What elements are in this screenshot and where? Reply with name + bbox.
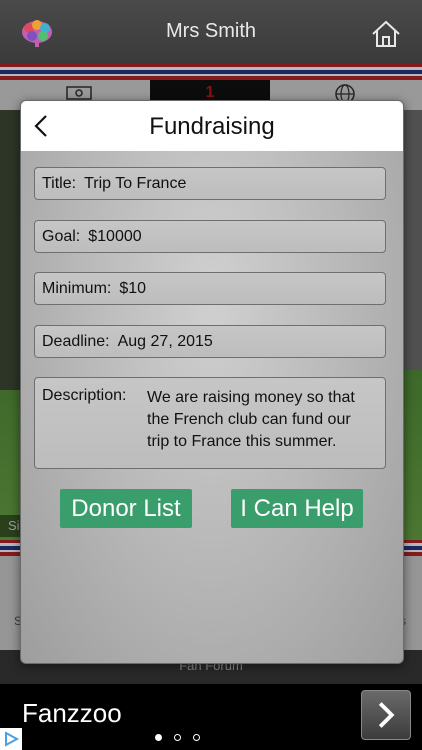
- deadline-field: Deadline: Aug 27, 2015: [34, 325, 386, 358]
- minimum-label: Minimum:: [42, 280, 112, 297]
- adchoices-icon[interactable]: [0, 728, 22, 750]
- fundraising-modal: Fundraising Title: Trip To France Goal: $1…: [20, 100, 404, 664]
- modal-title: Fundraising: [149, 113, 275, 140]
- description-field: Description: We are raising money so tha…: [34, 377, 386, 469]
- title-field: Title: Trip To France: [34, 167, 386, 200]
- ad-page-dots: [155, 734, 205, 744]
- ad-title: Fanzzoo: [22, 698, 122, 728]
- home-icon[interactable]: [371, 20, 401, 48]
- goal-field: Goal: $10000: [34, 220, 386, 253]
- page-title: Mrs Smith: [166, 20, 256, 42]
- ad-banner[interactable]: Fanzzoo: [0, 684, 422, 750]
- chevron-right-icon[interactable]: [361, 690, 411, 740]
- page-dot-active: [155, 734, 162, 741]
- donor-list-button[interactable]: Donor List: [60, 489, 192, 528]
- description-label: Description:: [42, 387, 127, 404]
- title-label: Title:: [42, 175, 77, 192]
- page-dot: [174, 734, 181, 741]
- goal-value: $10000: [88, 228, 142, 245]
- deadline-label: Deadline:: [42, 333, 110, 350]
- goal-label: Goal:: [42, 228, 81, 245]
- deadline-value: Aug 27, 2015: [117, 333, 213, 350]
- title-value: Trip To France: [84, 175, 187, 192]
- minimum-field: Minimum: $10: [34, 272, 386, 305]
- description-text: We are raising money so that the French …: [147, 389, 355, 450]
- i-can-help-button[interactable]: I Can Help: [231, 489, 363, 528]
- minimum-value: $10: [119, 280, 147, 297]
- app-header: Mrs Smith: [0, 0, 422, 64]
- page-dot: [193, 734, 200, 741]
- modal-header: Fundraising: [21, 101, 403, 151]
